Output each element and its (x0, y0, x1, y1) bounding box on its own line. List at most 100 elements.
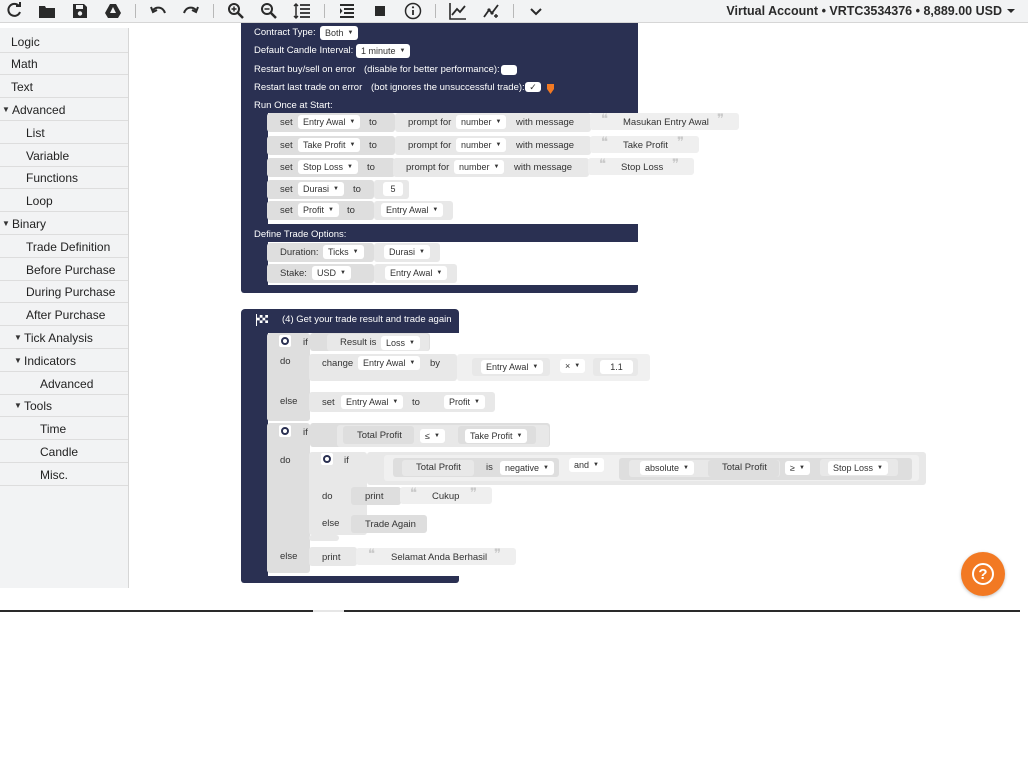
toolbox-during-purchase[interactable]: During Purchase (0, 281, 128, 303)
redo-icon[interactable] (181, 2, 201, 20)
zoom-in-icon[interactable] (226, 2, 246, 20)
gear-icon[interactable] (279, 425, 291, 437)
account-label: Virtual Account (726, 4, 819, 18)
toolbox-logic[interactable]: Logic (0, 31, 128, 53)
toolbox: Logic Math Text ▼ Advanced List Variable … (0, 28, 129, 588)
variable-dropdown[interactable]: Durasi ▼ (384, 245, 430, 259)
toolbox-variable[interactable]: Variable (0, 145, 128, 167)
google-drive-icon[interactable] (103, 2, 123, 20)
variable-dropdown[interactable]: Entry Awal ▼ (298, 115, 361, 129)
gear-icon[interactable] (321, 453, 333, 465)
help-button[interactable]: ? (961, 552, 1005, 596)
toolbar: Virtual Account • VRTC3534376 • 8,889.00… (0, 0, 1028, 23)
restart-last-label: Restart last trade on error (254, 82, 363, 93)
sort-blocks-icon[interactable] (292, 2, 312, 20)
account-info[interactable]: Virtual Account • VRTC3534376 • 8,889.00… (726, 4, 1002, 18)
toolbox-trade-definition[interactable]: Trade Definition (0, 236, 128, 258)
toolbox-functions[interactable]: Functions (0, 167, 128, 189)
compare-operator-dropdown[interactable]: ≤ ▼ (420, 429, 445, 443)
app: Virtual Account • VRTC3534376 • 8,889.00… (0, 0, 1028, 768)
category-label: Text (11, 79, 34, 94)
category-label: Indicators (24, 353, 77, 368)
chart-icon[interactable] (448, 2, 468, 20)
number-value[interactable]: 1.1 (600, 360, 633, 374)
math-function-dropdown[interactable]: absolute ▼ (640, 461, 694, 475)
prompt-type-dropdown[interactable]: number ▼ (454, 160, 505, 174)
trading-view-icon[interactable] (481, 2, 501, 20)
category-label: Trade Definition (26, 239, 111, 254)
toolbox-advanced[interactable]: ▼ Advanced (0, 99, 128, 121)
prompt-type-dropdown[interactable]: number ▼ (456, 115, 507, 129)
toolbox-candle[interactable]: Candle (0, 441, 128, 463)
gear-icon[interactable] (279, 335, 291, 347)
account-balance: 8,889.00 USD (923, 4, 1002, 18)
toolbox-indicators-advanced[interactable]: Advanced (0, 373, 128, 395)
variable-dropdown[interactable]: Entry Awal ▼ (481, 360, 544, 374)
zoom-out-icon[interactable] (259, 2, 279, 20)
variable-dropdown[interactable]: Profit ▼ (444, 395, 485, 409)
toolbox-binary[interactable]: ▼ Binary (0, 213, 128, 235)
category-label: Loop (26, 193, 53, 208)
toolbox-list[interactable]: List (0, 122, 128, 144)
category-label: After Purchase (26, 307, 106, 322)
undo-icon[interactable] (148, 2, 168, 20)
compare-operator-dropdown[interactable]: ≥ ▼ (785, 461, 810, 475)
toolbox-tools[interactable]: ▼ Tools (0, 395, 128, 417)
more-icon[interactable] (526, 2, 546, 20)
sign-dropdown[interactable]: negative ▼ (500, 461, 554, 475)
restart-buy-checkbox[interactable] (501, 65, 517, 75)
variable-dropdown[interactable]: Durasi ▼ (298, 182, 344, 196)
variable-dropdown[interactable]: Entry Awal ▼ (341, 395, 404, 409)
category-label: List (26, 125, 45, 140)
restart-buy-label: Restart buy/sell on error (254, 64, 356, 75)
toolbox-misc[interactable]: Misc. (0, 464, 128, 486)
toolbox-time[interactable]: Time (0, 418, 128, 440)
category-label: Advanced (40, 376, 94, 391)
stop-icon[interactable] (370, 2, 390, 20)
variable-dropdown[interactable]: Entry Awal ▼ (381, 203, 444, 217)
logs-icon[interactable] (337, 2, 357, 20)
help-icon: ? (972, 563, 994, 585)
logic-operator-dropdown[interactable]: and ▼ (569, 458, 604, 472)
toolbox-before-purchase[interactable]: Before Purchase (0, 259, 128, 281)
candle-interval-dropdown[interactable]: 1 minute ▼ (356, 44, 411, 58)
variable-dropdown[interactable]: Stop Loss ▼ (828, 461, 888, 475)
prompt-type-dropdown[interactable]: number ▼ (456, 138, 507, 152)
category-label: Tick Analysis (24, 330, 93, 345)
restart-buy-hint: (disable for better performance): (364, 64, 500, 75)
number-value[interactable]: 5 (383, 182, 403, 196)
variable-dropdown[interactable]: Entry Awal ▼ (385, 266, 448, 280)
category-label: Tools (24, 398, 53, 413)
category-label: Variable (26, 148, 70, 163)
restart-last-checkbox[interactable]: ✓ (525, 82, 541, 92)
variable-dropdown[interactable]: Take Profit ▼ (298, 138, 361, 152)
load-icon[interactable] (37, 2, 57, 20)
stake-currency-dropdown[interactable]: USD ▼ (312, 266, 351, 280)
toolbox-text[interactable]: Text (0, 76, 128, 98)
category-label: Before Purchase (26, 262, 116, 277)
variable-dropdown[interactable]: Profit ▼ (298, 203, 339, 217)
variable-dropdown[interactable]: Stop Loss ▼ (298, 160, 358, 174)
contract-type-dropdown[interactable]: Both ▼ (320, 26, 359, 40)
toolbox-math[interactable]: Math (0, 53, 128, 75)
variable-dropdown[interactable]: Entry Awal ▼ (358, 356, 421, 370)
toolbox-tick-analysis[interactable]: ▼ Tick Analysis (0, 327, 128, 349)
expand-arrow-icon: ▼ (2, 105, 10, 114)
category-label: Functions (26, 170, 79, 185)
expand-arrow-icon: ▼ (14, 401, 22, 410)
operator-dropdown[interactable]: × ▼ (560, 359, 586, 373)
expand-arrow-icon: ▼ (14, 333, 22, 342)
toolbox-loop[interactable]: Loop (0, 190, 128, 212)
variable-dropdown[interactable]: Take Profit ▼ (465, 429, 528, 443)
save-icon[interactable] (70, 2, 90, 20)
toolbox-after-purchase[interactable]: After Purchase (0, 304, 128, 326)
toolbox-indicators[interactable]: ▼ Indicators (0, 350, 128, 372)
reset-icon[interactable] (4, 2, 24, 20)
category-label: Binary (12, 216, 47, 231)
account-dropdown-icon[interactable] (1004, 4, 1018, 18)
after-purchase-title: (4) Get your trade result and trade agai… (282, 314, 452, 325)
result-dropdown[interactable]: Loss ▼ (381, 336, 420, 350)
duration-unit-dropdown[interactable]: Ticks ▼ (323, 245, 364, 259)
info-icon[interactable] (403, 2, 423, 20)
candle-interval-label: Default Candle Interval: (254, 45, 354, 56)
